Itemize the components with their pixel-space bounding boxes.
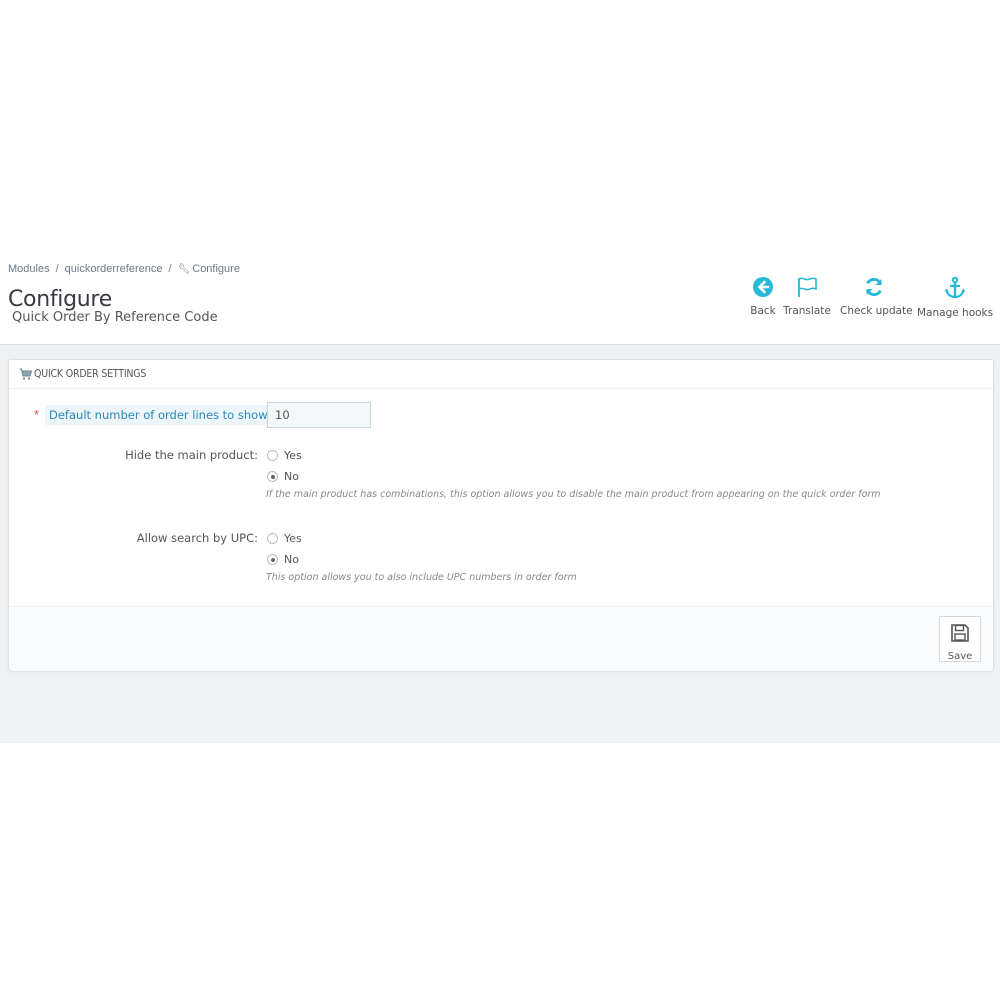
anchor-icon <box>944 276 965 299</box>
manage-hooks-label: Manage hooks <box>917 307 994 319</box>
admin-screen: Modules / quickorderreference / 🔧︎ Configure … <box>0 250 1000 743</box>
order-lines-input[interactable] <box>267 402 371 428</box>
radio-no-checked[interactable] <box>267 554 278 566</box>
breadcrumb-separator: / <box>168 263 172 275</box>
hide-main-product-yes[interactable]: Yes <box>267 447 302 463</box>
breadcrumb-modules[interactable]: Modules <box>8 263 50 275</box>
hide-main-product-no[interactable]: No <box>267 468 299 484</box>
manage-hooks-button[interactable]: Manage hooks <box>917 276 994 319</box>
cart-icon <box>19 368 32 380</box>
back-arrow-icon <box>753 277 773 297</box>
search-upc-help: This option allows you to also include U… <box>266 572 577 583</box>
save-label: Save <box>947 651 973 662</box>
floppy-disk-icon <box>951 624 969 642</box>
breadcrumb-separator: / <box>55 263 59 275</box>
search-upc-label: Allow search by UPC: <box>136 531 258 545</box>
radio-yes-label: Yes <box>284 449 302 463</box>
panel-footer: Save <box>9 606 993 671</box>
translate-button[interactable]: Translate <box>783 276 831 317</box>
wrench-icon: 🔧︎ <box>177 264 191 275</box>
back-button[interactable]: Back <box>748 276 778 317</box>
order-lines-label: Default number of order lines to show: <box>45 405 274 425</box>
back-label: Back <box>750 305 776 317</box>
search-upc-yes[interactable]: Yes <box>267 530 302 546</box>
required-marker: * <box>34 407 40 422</box>
check-update-button[interactable]: Check update <box>840 276 913 317</box>
radio-yes[interactable] <box>267 450 278 462</box>
check-update-label: Check update <box>840 305 913 317</box>
hide-main-product-help: If the main product has combinations, th… <box>266 489 881 500</box>
page-title: Configure <box>8 287 112 312</box>
breadcrumb-configure: Configure <box>192 263 240 275</box>
page-subtitle: Quick Order By Reference Code <box>12 310 218 325</box>
refresh-icon <box>866 277 882 297</box>
save-button[interactable]: Save <box>939 616 981 662</box>
settings-panel: QUICK ORDER SETTINGS * Default number of… <box>8 359 994 671</box>
panel-title: QUICK ORDER SETTINGS <box>34 368 147 380</box>
page-header: Modules / quickorderreference / 🔧︎ Configure … <box>0 250 1000 345</box>
flag-icon <box>798 277 817 297</box>
breadcrumb-module[interactable]: quickorderreference <box>65 263 163 275</box>
hide-main-product-label: Hide the main product: <box>125 448 258 462</box>
panel-heading: QUICK ORDER SETTINGS <box>9 360 993 389</box>
radio-no-label: No <box>284 470 299 484</box>
translate-label: Translate <box>783 305 831 317</box>
radio-no-checked[interactable] <box>267 471 278 483</box>
search-upc-no[interactable]: No <box>267 551 299 567</box>
radio-yes-label: Yes <box>284 532 302 546</box>
breadcrumb: Modules / quickorderreference / 🔧︎ Configure <box>8 263 240 275</box>
radio-yes[interactable] <box>267 533 278 545</box>
radio-no-label: No <box>284 553 299 567</box>
